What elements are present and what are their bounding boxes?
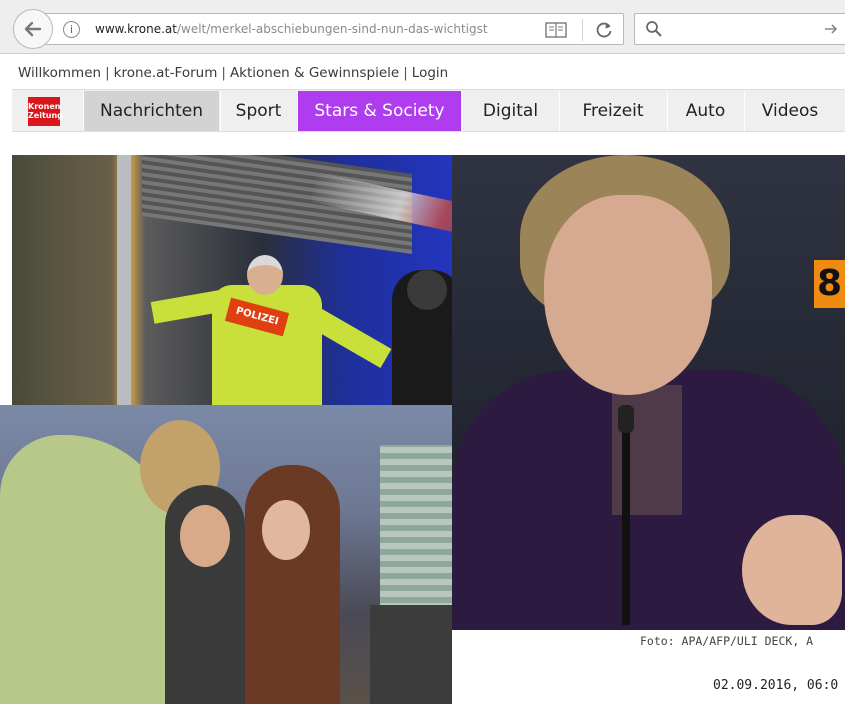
tab-stars-society[interactable]: Stars & Society bbox=[297, 91, 461, 131]
topnav-separator: | bbox=[403, 65, 408, 81]
bus-number-sign: 8 bbox=[814, 260, 845, 308]
girl-left-face bbox=[180, 505, 230, 567]
search-icon bbox=[646, 21, 662, 37]
police-officer: POLIZEI bbox=[150, 255, 392, 405]
url-text[interactable]: www.krone.at/welt/merkel-abschiebungen-s… bbox=[95, 22, 520, 36]
article-date: 02.09.2016, 06:0 bbox=[713, 678, 839, 693]
photo-credit: Foto: APA/AFP/ULI DECK, A bbox=[640, 634, 814, 648]
reload-icon[interactable] bbox=[594, 20, 614, 40]
tab-freizeit[interactable]: Freizeit bbox=[559, 91, 666, 131]
girl-right-face bbox=[262, 500, 310, 560]
tab-auto[interactable]: Auto bbox=[667, 91, 743, 131]
headscarf bbox=[407, 270, 447, 310]
url-host: www.krone.at bbox=[95, 22, 177, 36]
tab-digital[interactable]: Digital bbox=[462, 91, 558, 131]
back-button[interactable] bbox=[13, 9, 53, 49]
tab-sport[interactable]: Sport bbox=[220, 91, 296, 131]
tab-nachrichten[interactable]: Nachrichten bbox=[83, 91, 219, 131]
arrow-right-icon[interactable] bbox=[823, 21, 839, 37]
section-navbar: Kronen Zeitung Nachrichten Sport Stars &… bbox=[12, 89, 845, 132]
info-icon[interactable]: i bbox=[63, 21, 80, 38]
url-path: /welt/merkel-abschiebungen-sind-nun-das-… bbox=[176, 22, 488, 36]
pole bbox=[117, 155, 131, 405]
man-pants bbox=[370, 605, 452, 704]
url-divider bbox=[582, 19, 583, 41]
tab-videos[interactable]: Videos bbox=[744, 91, 835, 131]
back-arrow-icon bbox=[24, 21, 42, 37]
topnav-separator: | bbox=[105, 65, 110, 81]
topnav-link-welcome[interactable]: Willkommen bbox=[18, 65, 101, 81]
merkel-hand bbox=[742, 515, 842, 625]
reader-view-icon[interactable] bbox=[545, 22, 567, 38]
topnav-link-login[interactable]: Login bbox=[412, 65, 448, 81]
merkel-face bbox=[544, 195, 712, 395]
topnav-link-promotions[interactable]: Aktionen & Gewinnspiele bbox=[230, 65, 399, 81]
photo-refugee-meeting bbox=[0, 405, 452, 704]
microphone bbox=[622, 405, 630, 625]
krone-logo[interactable]: Kronen Zeitung bbox=[28, 97, 63, 126]
url-bar[interactable]: i www.krone.at/welt/merkel-abschiebungen… bbox=[36, 13, 624, 45]
topnav-separator: | bbox=[221, 65, 226, 81]
photo-merkel-portrait: 8 bbox=[452, 155, 845, 630]
top-nav: Willkommen | krone.at-Forum | Aktionen & Gew… bbox=[18, 65, 448, 81]
officer-head bbox=[247, 255, 283, 295]
topnav-link-forum[interactable]: krone.at-Forum bbox=[114, 65, 218, 81]
microphone-head bbox=[618, 405, 634, 433]
search-input[interactable] bbox=[634, 13, 845, 45]
browser-toolbar: i www.krone.at/welt/merkel-abschiebungen… bbox=[0, 0, 845, 54]
